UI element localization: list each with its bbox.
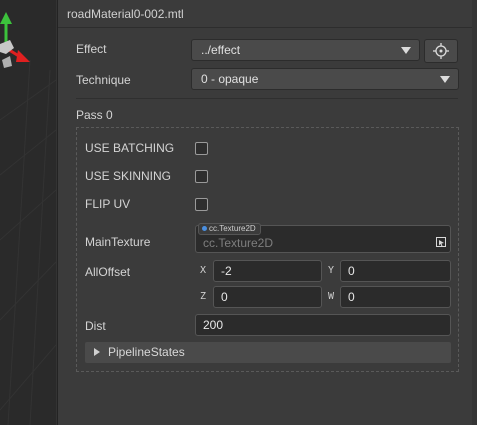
offset-z-input[interactable]: 0 [213,286,322,308]
dist-input[interactable]: 200 [195,314,451,336]
use-skinning-checkbox[interactable] [195,170,208,183]
pipeline-states-section[interactable]: PipelineStates [85,342,451,363]
offset-z-axis-label: Z [200,291,207,302]
all-offset-label: AllOffset [85,265,131,279]
main-texture-asset-field[interactable]: cc.Texture2D cc.Texture2D [195,223,451,253]
offset-x-input[interactable]: -2 [213,260,322,282]
technique-label: Technique [76,73,131,87]
effect-select[interactable]: ../effect [191,39,420,61]
offset-y-input[interactable]: 0 [340,260,451,282]
inspector-panel: roadMaterial0-002.mtl Effect ../effect T… [57,0,477,425]
chevron-down-icon [401,47,411,54]
title-divider [58,27,472,28]
technique-select[interactable]: 0 - opaque [191,68,459,90]
dist-label: Dist [85,319,106,333]
asset-title: roadMaterial0-002.mtl [67,7,184,21]
chevron-down-icon [440,76,450,83]
technique-value: 0 - opaque [201,72,259,86]
transform-gizmo-icon[interactable] [0,8,40,78]
main-texture-placeholder: cc.Texture2D [203,236,274,250]
asset-picker-icon[interactable] [436,237,446,247]
locate-effect-button[interactable] [424,39,458,63]
section-divider [76,98,458,99]
scene-viewport[interactable] [0,0,56,425]
main-texture-label: MainTexture [85,235,151,249]
flip-uv-checkbox[interactable] [195,198,208,211]
caret-right-icon [94,348,100,356]
effect-value: ../effect [201,43,241,57]
asset-type-tag: cc.Texture2D [198,223,261,235]
scrollbar-track[interactable] [472,0,477,425]
pipeline-states-label: PipelineStates [108,345,185,359]
use-skinning-label: USE SKINNING [85,169,172,183]
offset-x-axis-label: X [200,265,207,276]
offset-y-axis-label: Y [328,265,335,276]
use-batching-checkbox[interactable] [195,142,208,155]
effect-label: Effect [76,42,107,56]
pass-title: Pass 0 [76,108,113,122]
offset-w-axis-label: W [328,291,335,302]
asset-type-label: cc.Texture2D [209,224,256,233]
use-batching-label: USE BATCHING [85,141,175,155]
crosshair-icon [433,43,449,59]
offset-w-input[interactable]: 0 [340,286,451,308]
asset-type-dot-icon [202,226,207,232]
flip-uv-label: FLIP UV [85,197,131,211]
